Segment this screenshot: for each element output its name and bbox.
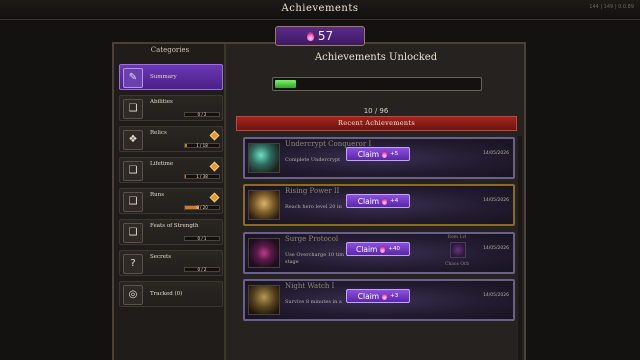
achievement-desc-line2: stage bbox=[285, 259, 299, 265]
category-secrets[interactable]: ? Secrets 0 / 2 bbox=[119, 250, 223, 276]
claim-button[interactable]: Claim +3 bbox=[346, 289, 410, 303]
claim-reward: +3 bbox=[390, 293, 399, 299]
new-alert-icon bbox=[209, 130, 220, 141]
target-icon: ◎ bbox=[123, 285, 143, 305]
category-progress-text: 0 / 2 bbox=[197, 112, 207, 117]
scroll-icon: ✎ bbox=[123, 68, 143, 88]
category-lifetime[interactable]: ❑ Lifetime 1 / 38 bbox=[119, 157, 223, 183]
category-progress-bar: 8 / 20 bbox=[184, 205, 220, 210]
category-label: Tracked (0) bbox=[150, 291, 183, 297]
achievement-date: 14/05/2026 bbox=[483, 198, 509, 203]
relic-icon: ❖ bbox=[123, 130, 143, 150]
achievement-desc: Reach hero level 20 in bbox=[285, 204, 342, 210]
claim-label: Claim bbox=[357, 291, 380, 301]
category-runs[interactable]: ❑ Runs 8 / 20 bbox=[119, 188, 223, 214]
category-label: Secrets bbox=[150, 254, 172, 260]
claim-label: Claim bbox=[357, 149, 380, 159]
knight-icon bbox=[248, 285, 280, 315]
categories-header: Categories bbox=[150, 46, 190, 54]
category-label: Relics bbox=[150, 130, 167, 136]
achievement-date: 14/05/2026 bbox=[483, 246, 509, 251]
achievement-name: Night Watch I bbox=[285, 282, 335, 290]
category-progress-bar: 0 / 2 bbox=[184, 267, 220, 272]
soul-flame-icon bbox=[306, 31, 314, 41]
soul-flame-icon bbox=[382, 292, 388, 300]
achievements-unlocked-title: Achievements Unlocked bbox=[314, 52, 438, 63]
achievement-card: Night Watch I Survive 8 minutes in a Cla… bbox=[243, 279, 515, 321]
achievement-icon bbox=[248, 143, 280, 173]
chaos-orb-icon bbox=[450, 242, 466, 258]
category-feats-of-strength[interactable]: ❑ Feats of Strength 0 / 1 bbox=[119, 219, 223, 245]
category-progress-text: 1 / 18 bbox=[196, 143, 208, 148]
achievement-card: Surge Protocol Use Overcharge 10 tim sta… bbox=[243, 232, 515, 274]
achievement-name: Surge Protocol bbox=[285, 235, 339, 243]
unlocked-progress-bar bbox=[272, 77, 482, 91]
achievement-desc: Use Overcharge 10 tim bbox=[285, 252, 345, 258]
version-text: 144 | 149 | 0.0.89 bbox=[589, 4, 634, 10]
claim-reward: +40 bbox=[388, 246, 400, 252]
category-progress-text: 0 / 2 bbox=[197, 267, 207, 272]
points-badge: 57 bbox=[275, 26, 365, 46]
points-value: 57 bbox=[317, 29, 334, 43]
new-alert-icon bbox=[209, 161, 220, 172]
claim-label: Claim bbox=[357, 196, 380, 206]
category-abilities[interactable]: ❑ Abilities 0 / 2 bbox=[119, 95, 223, 121]
category-label: Abilities bbox=[150, 99, 173, 105]
recent-achievements-header: Recent Achievements bbox=[236, 116, 517, 131]
category-progress-bar: 1 / 18 bbox=[184, 143, 220, 148]
soul-flame-icon bbox=[382, 197, 388, 205]
claim-button[interactable]: Claim +5 bbox=[346, 147, 410, 161]
category-progress-text: 1 / 38 bbox=[196, 174, 208, 179]
soul-flame-icon bbox=[380, 245, 386, 253]
soul-flame-icon bbox=[382, 150, 388, 158]
category-summary[interactable]: ✎ Summary bbox=[119, 64, 223, 90]
reward-item-level: Item Lvl bbox=[447, 235, 467, 240]
category-progress-bar: 0 / 1 bbox=[184, 236, 220, 241]
achievement-desc: Survive 8 minutes in a bbox=[285, 299, 342, 305]
achievement-card: Rising Power II Reach hero level 20 in C… bbox=[243, 184, 515, 226]
claim-button[interactable]: Claim +40 bbox=[346, 242, 410, 256]
question-icon: ? bbox=[123, 254, 143, 274]
category-label: Runs bbox=[150, 192, 165, 198]
unlocked-progress-fill bbox=[275, 80, 296, 88]
achievement-name: Rising Power II bbox=[285, 187, 340, 195]
category-label: Lifetime bbox=[150, 161, 174, 167]
unlocked-progress-text: 10 / 96 bbox=[363, 107, 389, 115]
category-progress-text: 0 / 1 bbox=[197, 236, 207, 241]
book-icon: ❑ bbox=[123, 223, 143, 243]
achievement-desc: Complete Undercrypt bbox=[285, 157, 341, 163]
new-alert-icon bbox=[209, 192, 220, 203]
reward-item-name: Chaos Orb bbox=[444, 262, 470, 267]
claim-button[interactable]: Claim +4 bbox=[346, 194, 410, 208]
book-icon: ❑ bbox=[123, 192, 143, 212]
category-tracked[interactable]: ◎ Tracked (0) bbox=[119, 281, 223, 307]
category-progress-text: 8 / 20 bbox=[196, 205, 208, 210]
surge-orb-icon bbox=[248, 238, 280, 268]
category-progress-bar: 0 / 2 bbox=[184, 112, 220, 117]
category-relics[interactable]: ❖ Relics 1 / 18 bbox=[119, 126, 223, 152]
book-icon: ❑ bbox=[123, 99, 143, 119]
window-title: Achievements bbox=[281, 3, 359, 14]
claim-reward: +4 bbox=[390, 198, 399, 204]
achievement-date: 14/05/2026 bbox=[483, 151, 509, 156]
achievement-card: Undercrypt Conqueror I Complete Undercry… bbox=[243, 137, 515, 179]
category-label: Feats of Strength bbox=[150, 223, 199, 229]
book-icon: ❑ bbox=[123, 161, 143, 181]
category-label: Summary bbox=[150, 74, 177, 80]
claim-label: Claim bbox=[356, 244, 378, 254]
achievement-date: 14/05/2026 bbox=[483, 293, 509, 298]
fist-icon bbox=[248, 190, 280, 220]
category-progress-bar: 1 / 38 bbox=[184, 174, 220, 179]
recent-scrollbar[interactable] bbox=[518, 136, 522, 360]
claim-reward: +5 bbox=[390, 151, 399, 157]
